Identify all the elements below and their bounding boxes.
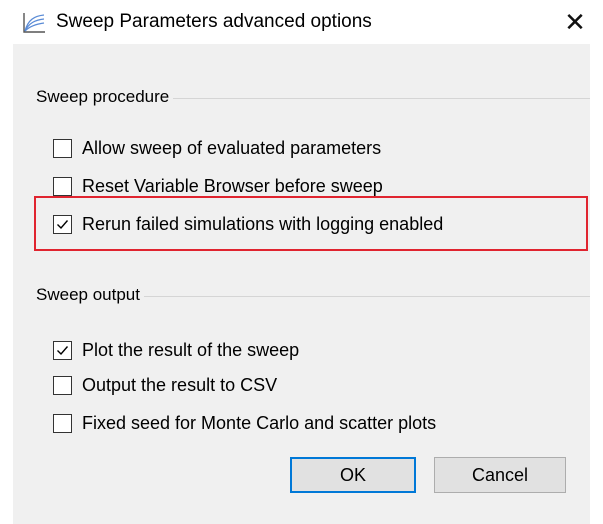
- option-fixed-seed[interactable]: Fixed seed for Monte Carlo and scatter p…: [53, 410, 436, 436]
- option-label: Rerun failed simulations with logging en…: [82, 214, 444, 234]
- checkmark-icon: [57, 219, 69, 229]
- checkbox[interactable]: [53, 138, 72, 158]
- option-label: Fixed seed for Monte Carlo and scatter p…: [82, 413, 437, 433]
- option-label: Plot the result of the sweep: [82, 340, 300, 360]
- option-label: Allow sweep of evaluated parameters: [82, 138, 382, 158]
- checkbox[interactable]: [53, 375, 72, 395]
- ok-button[interactable]: OK: [290, 457, 416, 493]
- checkbox-checked[interactable]: [53, 214, 72, 234]
- window-title: Sweep Parameters advanced options: [56, 11, 372, 32]
- option-output-csv[interactable]: Output the result to CSV: [53, 372, 277, 398]
- sweep-chart-icon: [22, 12, 46, 34]
- sweep-parameters-dialog: Sweep Parameters advanced options ✕ Swee…: [0, 0, 603, 524]
- cancel-button[interactable]: Cancel: [434, 457, 566, 493]
- close-icon[interactable]: ✕: [562, 10, 588, 36]
- option-reset-variable-browser[interactable]: Reset Variable Browser before sweep: [53, 173, 383, 199]
- option-label: Output the result to CSV: [82, 375, 278, 395]
- option-allow-sweep-evaluated[interactable]: Allow sweep of evaluated parameters: [53, 135, 381, 161]
- checkmark-icon: [57, 345, 69, 355]
- option-rerun-failed-simulations[interactable]: Rerun failed simulations with logging en…: [53, 211, 443, 237]
- group-title-sweep-procedure: Sweep procedure: [36, 87, 174, 107]
- group-title-sweep-output: Sweep output: [36, 285, 144, 305]
- checkbox[interactable]: [53, 176, 72, 196]
- option-label: Reset Variable Browser before sweep: [82, 176, 383, 196]
- dialog-body: [13, 44, 590, 524]
- checkbox-checked[interactable]: [53, 340, 72, 360]
- checkbox[interactable]: [53, 413, 72, 433]
- option-plot-result[interactable]: Plot the result of the sweep: [53, 337, 299, 363]
- title-bar: Sweep Parameters advanced options ✕: [0, 0, 603, 44]
